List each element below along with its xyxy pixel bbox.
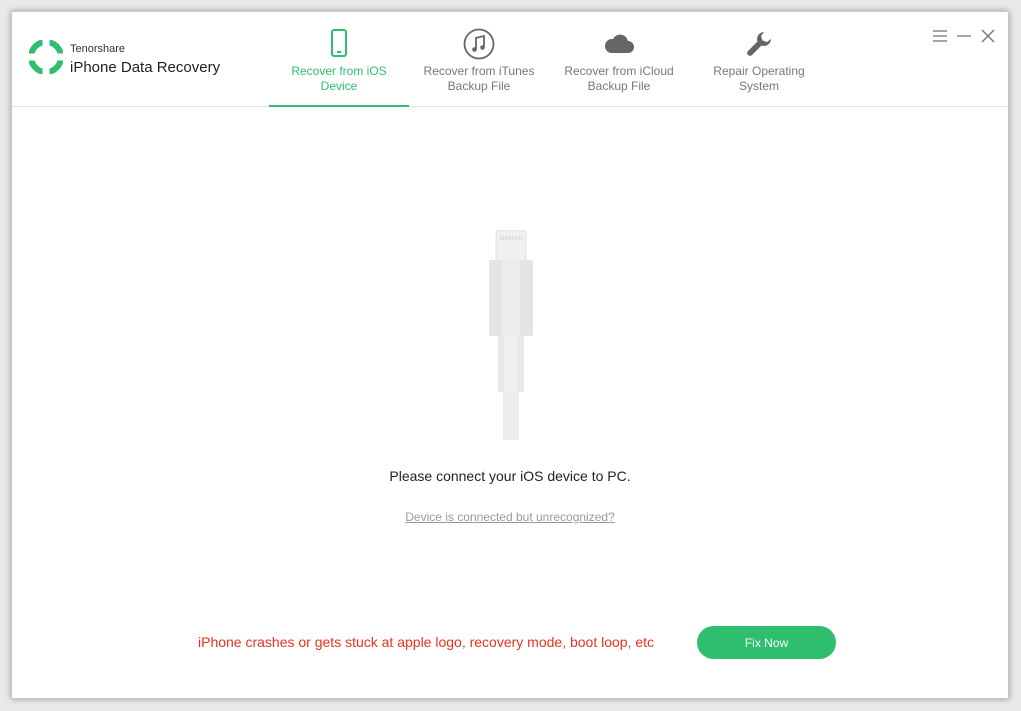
wrench-icon [742,27,776,61]
music-note-icon [462,27,496,61]
close-button[interactable] [979,28,997,44]
device-unrecognized-link[interactable]: Device is connected but unrecognized? [12,510,1008,524]
tab-label: Repair Operating System [713,64,805,93]
tab-label: Recover from iOS Device [291,64,387,93]
tab-label: Recover from iTunes Backup File [423,64,535,93]
tab-recover-from-ios-device[interactable]: Recover from iOS Device [269,12,409,107]
crash-warning-text: iPhone crashes or gets stuck at apple lo… [198,634,655,650]
tenorshare-logo-icon [29,40,63,74]
tab-repair-operating-system[interactable]: Repair Operating System [689,12,829,107]
brand-company: Tenorshare [70,43,126,55]
menu-button[interactable] [931,28,949,44]
header: Tenorshare iPhone Data Recovery Recover … [12,12,1008,107]
phone-icon [322,27,356,61]
tab-recover-from-itunes-backup[interactable]: Recover from iTunes Backup File [409,12,549,107]
lightning-cable-icon [489,230,533,440]
minimize-button[interactable] [955,28,973,44]
close-icon [981,29,995,43]
minimize-icon [957,35,971,37]
menu-icon [933,30,947,42]
tab-recover-from-icloud-backup[interactable]: Recover from iCloud Backup File [549,12,689,107]
connect-device-message: Please connect your iOS device to PC. [389,468,631,484]
fix-now-button[interactable]: Fix Now [697,626,836,659]
app-window: Tenorshare iPhone Data Recovery Recover … [11,11,1009,699]
tab-label: Recover from iCloud Backup File [564,64,674,93]
cloud-icon [602,27,636,61]
app-title: iPhone Data Recovery [70,59,221,76]
